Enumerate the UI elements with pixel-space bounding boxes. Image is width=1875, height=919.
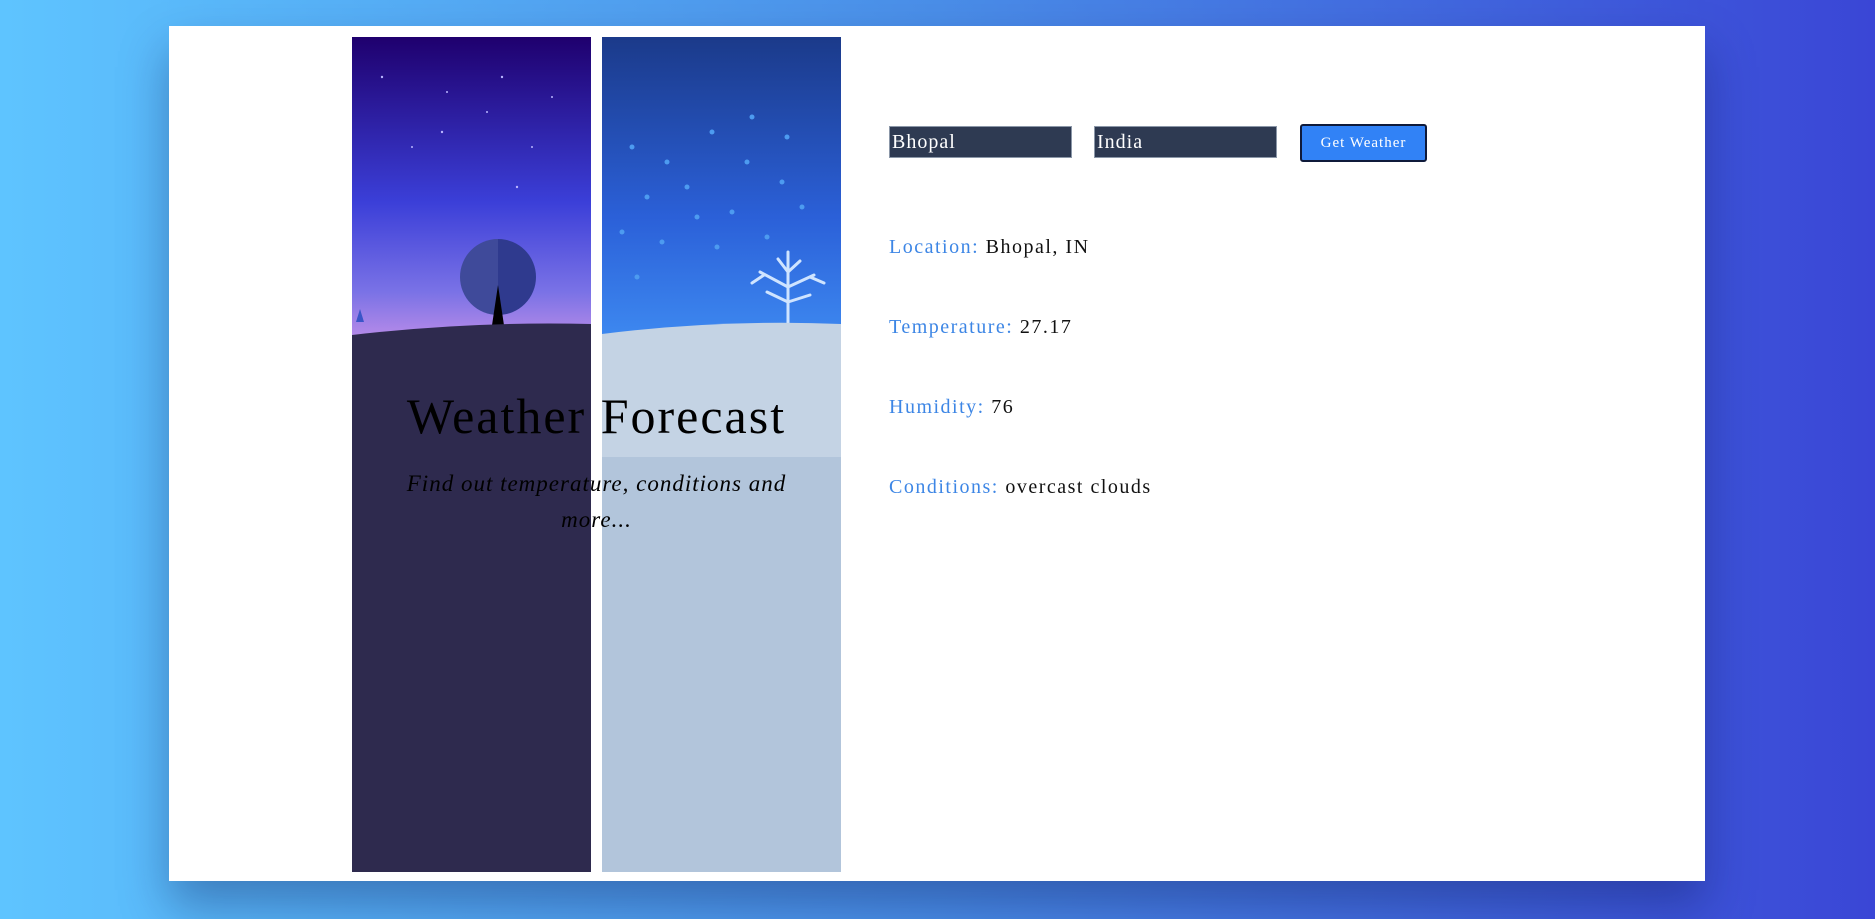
hero: Weather Forecast Find out temperature, c… [352,386,841,538]
humidity-value: 76 [991,396,1015,418]
location-label: Location: [889,236,986,258]
conditions-row: Conditions: overcast clouds [889,476,1152,499]
humidity-row: Humidity: 76 [889,396,1014,419]
location-row: Location: Bhopal, IN [889,236,1090,259]
country-input[interactable] [1094,126,1277,158]
temperature-row: Temperature: 27.17 [889,316,1072,339]
app-card: Weather Forecast Find out temperature, c… [169,26,1705,881]
page-subtitle: Find out temperature, conditions and mor… [406,471,787,532]
conditions-value: overcast clouds [1005,476,1152,498]
humidity-label: Humidity: [889,396,992,418]
page-title: Weather Forecast [406,388,787,444]
conditions-label: Conditions: [889,476,1006,498]
temperature-value: 27.17 [1019,316,1073,338]
temperature-label: Temperature: [889,316,1020,338]
location-value: Bhopal, IN [985,236,1090,258]
get-weather-button[interactable]: Get Weather [1300,124,1427,162]
city-input[interactable] [889,126,1072,158]
